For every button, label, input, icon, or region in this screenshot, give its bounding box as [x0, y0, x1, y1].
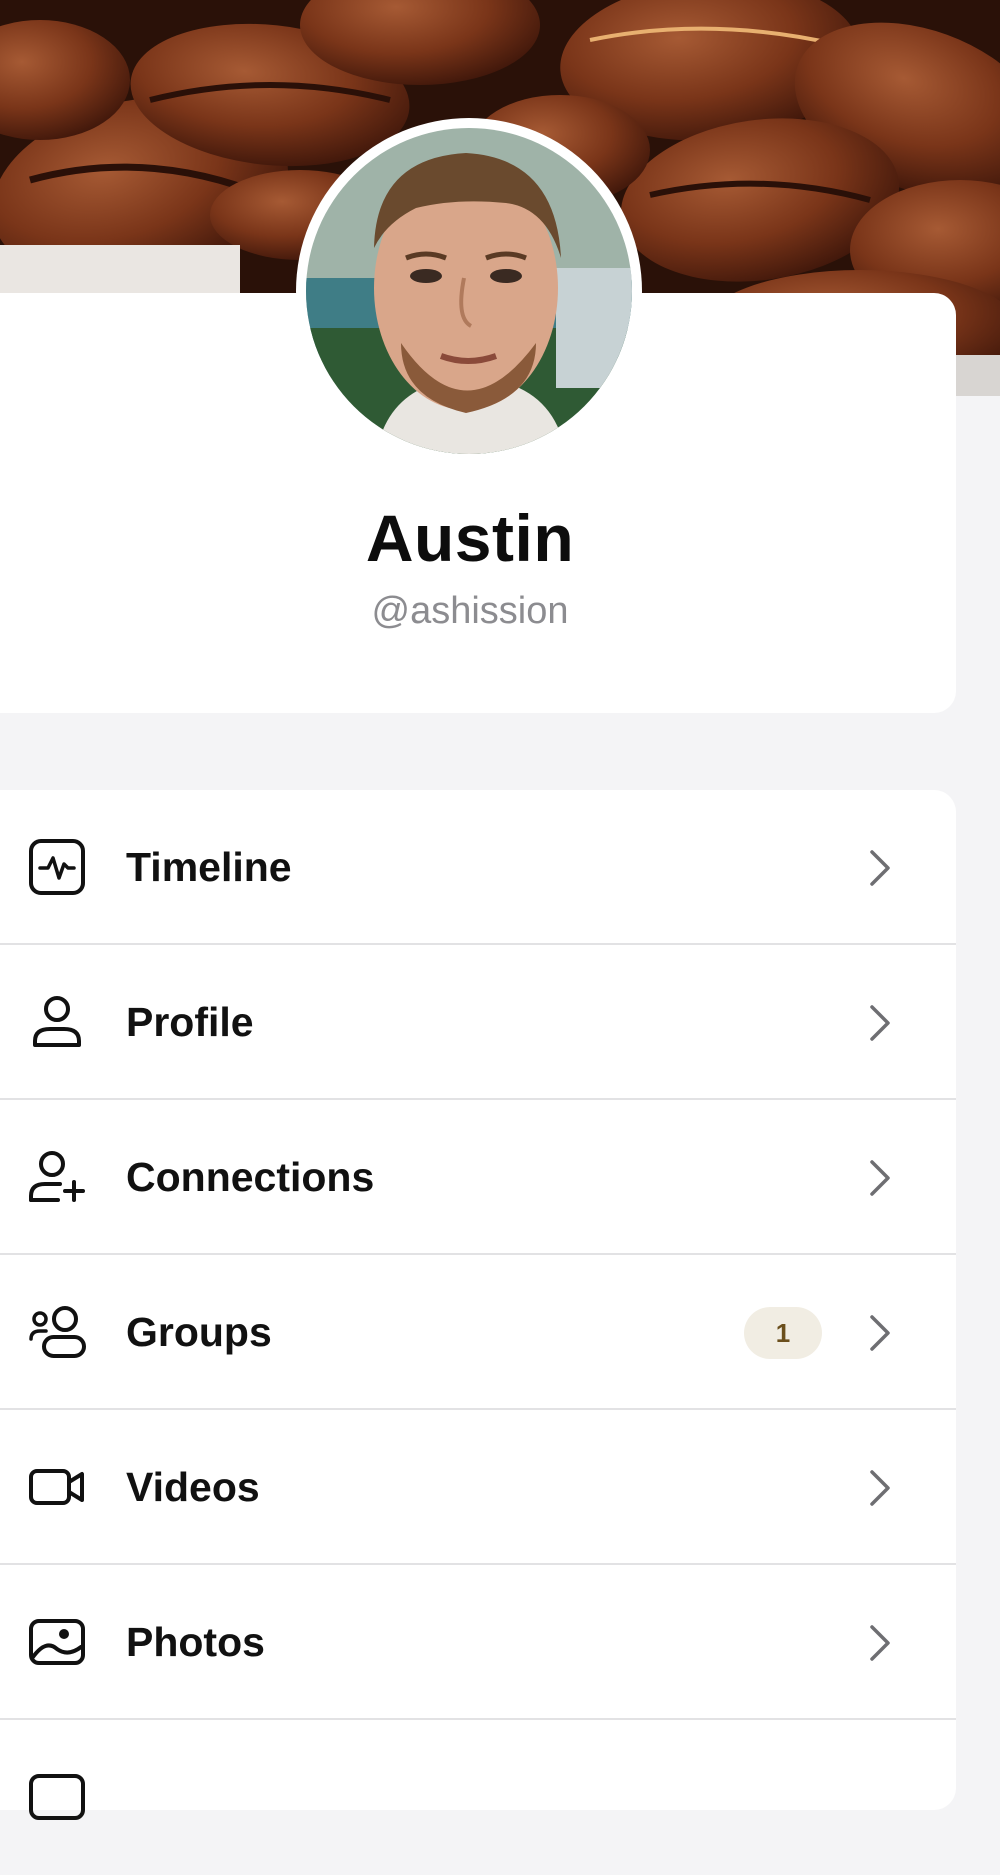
user-plus-icon	[29, 1151, 85, 1202]
user-icon	[33, 996, 81, 1047]
notification-badge: 1	[744, 1307, 822, 1359]
menu-item-label: Groups	[126, 1309, 272, 1355]
menu-item-photos[interactable]: Photos	[0, 1565, 956, 1720]
chevron-right-icon	[870, 1625, 890, 1661]
menu-item-icon	[29, 1774, 85, 1820]
chevron-right-icon	[870, 1470, 890, 1506]
menu-item-next[interactable]	[0, 1720, 956, 1875]
chevron-right-icon	[870, 1315, 890, 1351]
menu-item-connections[interactable]: Connections	[0, 1100, 956, 1255]
activity-icon	[29, 839, 85, 895]
menu-item-videos[interactable]: Videos	[0, 1410, 956, 1565]
chevron-right-icon	[870, 1005, 890, 1041]
image-icon	[29, 1619, 85, 1665]
menu-list: Timeline Profile Connections Groups 1 Vi…	[0, 790, 956, 1820]
menu-item-label: Timeline	[126, 844, 292, 890]
chevron-right-icon	[870, 1160, 890, 1196]
menu-item-timeline[interactable]: Timeline	[0, 790, 956, 945]
avatar[interactable]	[296, 118, 642, 464]
menu-item-label: Connections	[126, 1154, 375, 1200]
profile-handle: @ashission	[371, 590, 569, 632]
users-icon	[29, 1306, 86, 1358]
menu-item-label: Profile	[126, 999, 254, 1045]
menu-item-label: Photos	[126, 1619, 265, 1665]
profile-name: Austin	[365, 501, 575, 575]
video-camera-icon	[29, 1469, 84, 1505]
menu-item-groups[interactable]: Groups 1	[0, 1255, 956, 1410]
menu-item-profile[interactable]: Profile	[0, 945, 956, 1100]
menu-item-label: Videos	[126, 1464, 260, 1510]
chevron-right-icon	[870, 850, 890, 886]
